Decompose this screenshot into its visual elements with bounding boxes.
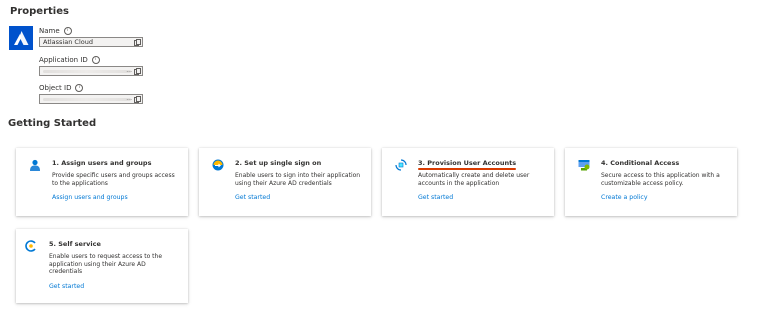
get-started-link[interactable]: Get started: [49, 283, 84, 290]
card-description: Secure access to this application with a…: [601, 172, 720, 187]
card-title: 2. Set up single sign on: [235, 159, 322, 167]
card-title: 5. Self service: [49, 240, 101, 248]
card-description: Enable users to sign into their applicat…: [235, 172, 361, 187]
name-field[interactable]: Atlassian Cloud: [39, 37, 143, 47]
get-started-link[interactable]: Get started: [418, 194, 453, 201]
truncation-ellipsis: ...: [126, 95, 132, 102]
name-label-row: Name i: [39, 27, 72, 35]
properties-heading: Properties: [10, 6, 69, 17]
app-id-label-row: Application ID i: [39, 56, 100, 64]
assign-users-link[interactable]: Assign users and groups: [52, 194, 128, 201]
create-policy-link[interactable]: Create a policy: [601, 194, 648, 201]
assign-users-card[interactable]: 1. Assign users and groups Provide speci…: [16, 148, 188, 216]
card-description: Automatically create and delete user acc…: [418, 172, 530, 187]
get-started-link[interactable]: Get started: [235, 194, 270, 201]
copy-icon[interactable]: [134, 96, 141, 103]
highlight-underline: [418, 168, 516, 170]
card-description: Provide specific users and groups access…: [52, 172, 175, 187]
provision-user-accounts-card[interactable]: 3. Provision User Accounts Automatically…: [382, 148, 554, 216]
conditional-access-icon: [578, 160, 590, 171]
info-icon[interactable]: i: [91, 56, 100, 64]
copy-icon[interactable]: [134, 68, 141, 75]
redacted-value: [43, 70, 131, 73]
name-label: Name: [39, 27, 60, 35]
object-id-field[interactable]: ...: [39, 94, 143, 104]
copy-icon[interactable]: [134, 39, 141, 46]
card-title: 3. Provision User Accounts: [418, 159, 517, 167]
redacted-value: [43, 98, 131, 101]
object-id-label: Object ID: [39, 84, 72, 92]
users-icon: [30, 159, 40, 171]
truncation-ellipsis: ...: [126, 67, 132, 74]
application-id-field[interactable]: ...: [39, 66, 143, 76]
card-description: Enable users to request access to the ap…: [49, 253, 163, 276]
single-sign-on-icon: [212, 159, 224, 171]
card-title: 4. Conditional Access: [601, 159, 680, 167]
application-id-label: Application ID: [39, 56, 88, 64]
single-sign-on-card[interactable]: 2. Set up single sign on Enable users to…: [199, 148, 371, 216]
object-id-label-row: Object ID i: [39, 84, 84, 92]
provisioning-icon: [395, 159, 407, 171]
conditional-access-card[interactable]: 4. Conditional Access Secure access to t…: [565, 148, 737, 216]
atlassian-logo: [9, 26, 33, 50]
info-icon[interactable]: i: [63, 27, 72, 35]
self-service-icon: [25, 240, 36, 252]
info-icon[interactable]: i: [75, 84, 84, 92]
card-title: 1. Assign users and groups: [52, 159, 152, 167]
self-service-card[interactable]: 5. Self service Enable users to request …: [16, 229, 188, 303]
name-value: Atlassian Cloud: [43, 38, 93, 46]
getting-started-heading: Getting Started: [8, 118, 97, 129]
